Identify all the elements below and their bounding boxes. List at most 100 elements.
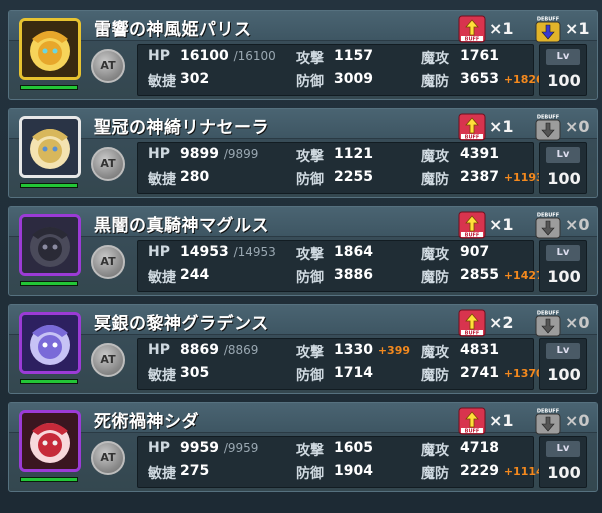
level-label: Lv xyxy=(546,245,580,261)
debuff-icon: DEBUFF xyxy=(534,15,562,43)
hp-value: 16100 xyxy=(180,48,229,64)
auto-target-button[interactable]: AT xyxy=(91,441,125,475)
hp-label: HP xyxy=(148,440,170,456)
agility-label: 敏捷 xyxy=(148,172,176,188)
magic-attack-value: 4391 xyxy=(460,146,499,162)
svg-text:BUFF: BUFF xyxy=(465,330,480,336)
magic-defense-value: 2855 xyxy=(460,267,499,283)
auto-target-button[interactable]: AT xyxy=(91,147,125,181)
debuff-count: ×0 xyxy=(565,313,590,332)
hp-bar-fill xyxy=(21,282,77,285)
auto-target-button[interactable]: AT xyxy=(91,49,125,83)
hp-label: HP xyxy=(148,342,170,358)
hp-bar-fill xyxy=(21,478,77,481)
magic-attack-label: 魔攻 xyxy=(421,51,449,67)
party-status-screen: 雷響の神風姫パリス AT BUFF ×1 DEBUFF ×1 HP 16100 … xyxy=(0,0,602,513)
agility-label: 敏捷 xyxy=(148,270,176,286)
debuff-count: ×0 xyxy=(565,215,590,234)
hp-label: HP xyxy=(148,146,170,162)
defense-value: 3886 xyxy=(334,267,373,283)
defense-value: 2255 xyxy=(334,169,373,185)
hp-max: /9959 xyxy=(223,441,259,455)
stats-panel: HP 16100 /16100 敏捷 302 攻撃 1157 防御 3009 魔… xyxy=(137,44,544,96)
magic-attack-value: 1761 xyxy=(460,48,499,64)
auto-target-button[interactable]: AT xyxy=(91,245,125,279)
magic-attack-value: 907 xyxy=(460,244,490,260)
unit-portrait[interactable] xyxy=(19,18,81,80)
unit-card[interactable]: 雷響の神風姫パリス AT BUFF ×1 DEBUFF ×1 HP 16100 … xyxy=(8,10,598,100)
debuff-icon: DEBUFF xyxy=(534,309,562,337)
defense-label: 防御 xyxy=(296,368,324,384)
unit-card[interactable]: 冥銀の黎神グラデンス AT BUFF ×2 DEBUFF ×0 HP 8869 … xyxy=(8,304,598,394)
svg-text:BUFF: BUFF xyxy=(465,232,480,238)
svg-text:BUFF: BUFF xyxy=(465,134,480,140)
magic-defense-label: 魔防 xyxy=(421,74,449,90)
defense-label: 防御 xyxy=(296,74,324,90)
defense-value: 1714 xyxy=(334,365,373,381)
hp-max: /16100 xyxy=(233,49,276,63)
magic-attack-label: 魔攻 xyxy=(421,443,449,459)
attack-value: 1864 xyxy=(334,244,373,260)
buff-icon: BUFF xyxy=(458,113,486,141)
hp-max: /14953 xyxy=(233,245,276,259)
unit-card[interactable]: 死術禍神シダ AT BUFF ×1 DEBUFF ×0 HP 9959 /995… xyxy=(8,402,598,492)
hp-bar xyxy=(20,281,78,286)
magic-defense-value: 2229 xyxy=(460,463,499,479)
magic-defense-bonus: +1114 xyxy=(503,465,544,478)
level-value: 100 xyxy=(547,463,581,482)
defense-value: 1904 xyxy=(334,463,373,479)
defense-value: 3009 xyxy=(334,71,373,87)
unit-name: 冥銀の黎神グラデンス xyxy=(94,314,269,334)
unit-portrait[interactable] xyxy=(19,214,81,276)
unit-card[interactable]: 黒闇の真騎神マグルス AT BUFF ×1 DEBUFF ×0 HP 14953… xyxy=(8,206,598,296)
hp-value: 14953 xyxy=(180,244,229,260)
auto-target-button[interactable]: AT xyxy=(91,343,125,377)
agility-label: 敏捷 xyxy=(148,368,176,384)
unit-portrait[interactable] xyxy=(19,116,81,178)
hp-bar-fill xyxy=(21,86,77,89)
stats-panel: HP 8869 /8869 敏捷 305 攻撃 1330 +399 防御 171… xyxy=(137,338,544,390)
hp-bar xyxy=(20,379,78,384)
magic-attack-label: 魔攻 xyxy=(421,247,449,263)
debuff-count: ×0 xyxy=(565,117,590,136)
level-value: 100 xyxy=(547,365,581,384)
magic-defense-label: 魔防 xyxy=(421,368,449,384)
magic-defense-value: 2741 xyxy=(460,365,499,381)
defense-label: 防御 xyxy=(296,172,324,188)
attack-value: 1121 xyxy=(334,146,373,162)
unit-card[interactable]: 聖冠の神綺リナセーラ AT BUFF ×1 DEBUFF ×0 HP 9899 … xyxy=(8,108,598,198)
hp-bar xyxy=(20,85,78,90)
hp-value: 9959 xyxy=(180,440,219,456)
agility-value: 275 xyxy=(180,463,210,479)
level-panel: Lv 100 xyxy=(539,240,587,292)
unit-portrait[interactable] xyxy=(19,312,81,374)
stats-panel: HP 9959 /9959 敏捷 275 攻撃 1605 防御 1904 魔攻 … xyxy=(137,436,544,488)
attack-label: 攻撃 xyxy=(296,345,324,361)
buff-count: ×1 xyxy=(489,117,514,136)
level-label: Lv xyxy=(546,441,580,457)
hp-bar-fill xyxy=(21,380,77,383)
hp-label: HP xyxy=(148,48,170,64)
hp-bar xyxy=(20,477,78,482)
hp-label: HP xyxy=(148,244,170,260)
level-panel: Lv 100 xyxy=(539,338,587,390)
buff-count: ×1 xyxy=(489,215,514,234)
unit-name: 死術禍神シダ xyxy=(94,412,199,432)
level-label: Lv xyxy=(546,49,580,65)
magic-attack-label: 魔攻 xyxy=(421,149,449,165)
magic-attack-value: 4831 xyxy=(460,342,499,358)
magic-defense-label: 魔防 xyxy=(421,466,449,482)
buff-icon: BUFF xyxy=(458,211,486,239)
debuff-count: ×0 xyxy=(565,411,590,430)
debuff-icon: DEBUFF xyxy=(534,113,562,141)
buff-count: ×1 xyxy=(489,19,514,38)
level-label: Lv xyxy=(546,343,580,359)
attack-value: 1330 xyxy=(334,342,373,358)
unit-portrait[interactable] xyxy=(19,410,81,472)
level-value: 100 xyxy=(547,169,581,188)
agility-label: 敏捷 xyxy=(148,74,176,90)
level-label: Lv xyxy=(546,147,580,163)
hp-max: /8869 xyxy=(223,343,259,357)
unit-name: 聖冠の神綺リナセーラ xyxy=(94,118,269,138)
magic-defense-value: 3653 xyxy=(460,71,499,87)
